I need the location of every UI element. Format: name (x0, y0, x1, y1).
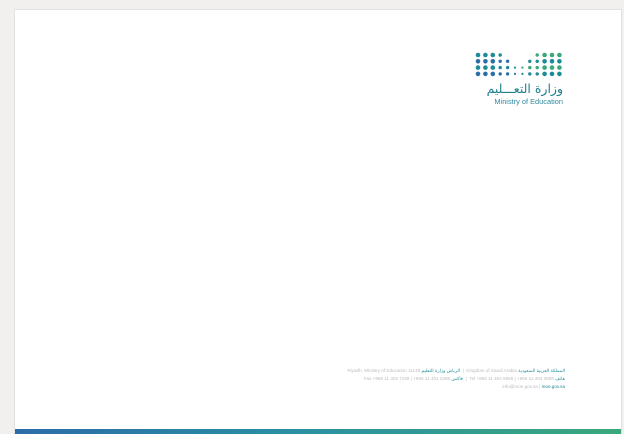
country-ar: المملكة العربية السعودية (518, 368, 565, 373)
footer-separator: | (462, 368, 464, 373)
logo-dot (490, 52, 496, 58)
logo-dot (521, 72, 524, 75)
logo-dot (549, 71, 555, 77)
logo-dot (498, 59, 502, 63)
logo-dot (483, 71, 488, 77)
address-ar: الرياض وزارة التعليم (421, 368, 461, 373)
logo-dot (549, 59, 555, 64)
logo-arabic-name: وزارة التعـــليم (486, 81, 563, 96)
logo-dot (513, 66, 517, 69)
logo-dot (542, 59, 547, 64)
logo-dot (535, 59, 539, 63)
logo-dot (542, 71, 547, 77)
logo-dot (528, 59, 532, 63)
logo-dot (490, 65, 496, 70)
logo-dot (528, 65, 532, 70)
letterhead-page: وزارة التعـــليم Ministry of Education R… (15, 10, 621, 434)
logo-dot (483, 65, 488, 70)
logo-dot (521, 66, 524, 69)
logo-dot (513, 72, 517, 75)
tel-numbers: Tel +966 11 404 6666 | +966 11 404 2888 (469, 375, 554, 381)
logo-dot (542, 52, 547, 58)
logo-dot (475, 65, 481, 70)
logo-dot (483, 59, 488, 64)
tel-ar: هاتف (555, 375, 565, 381)
logo-english-name: Ministry of Education (494, 97, 563, 106)
address-en: Riyadh, Ministry of Education 11148 (347, 368, 421, 373)
fax-ar: فاكس (451, 375, 463, 381)
logo-dot (535, 65, 539, 70)
logo-dot (483, 52, 488, 58)
fax-numbers: Fax +966 11 403 7229 | +966 11 401 2365 (363, 375, 451, 381)
logo-dot (475, 71, 481, 77)
logo-dot (505, 72, 510, 76)
logo-dot (498, 65, 502, 70)
logo-dot (475, 52, 481, 58)
logo-dot (535, 53, 539, 57)
logo-dots-emblem (475, 52, 562, 77)
logo-dot (542, 65, 547, 70)
footer-separator: | (539, 383, 541, 389)
logo-dot (557, 52, 562, 58)
logo-dot (549, 52, 555, 58)
footer-address-line: Riyadh, Ministry of Education 11148 الري… (165, 367, 565, 375)
footer-contact-info: Riyadh, Ministry of Education 11148 الري… (165, 367, 565, 390)
footer-accent-bar (15, 429, 621, 434)
country-en: Kingdom of Saudi Arabia (466, 368, 517, 373)
ministry-logo: وزارة التعـــليم Ministry of Education (473, 52, 563, 106)
footer-web-line: info@moe.gov.sa | moe.gov.sa (165, 383, 565, 391)
logo-dot (490, 71, 496, 77)
logo-dot (549, 65, 555, 70)
logo-dot (490, 59, 496, 64)
logo-dot (505, 65, 510, 70)
logo-dot (557, 71, 562, 77)
logo-dot (557, 59, 562, 64)
logo-dot (498, 53, 502, 57)
logo-dot (528, 72, 532, 76)
logo-dot (475, 59, 481, 64)
website-link[interactable]: moe.gov.sa (542, 384, 565, 389)
footer-phone-line: Fax +966 11 403 7229 | +966 11 401 2365 … (363, 375, 565, 381)
logo-dot (505, 59, 510, 63)
logo-dot (557, 65, 562, 70)
logo-dot (498, 72, 502, 76)
email-link[interactable]: info@moe.gov.sa (502, 384, 537, 389)
logo-dot (535, 72, 539, 76)
